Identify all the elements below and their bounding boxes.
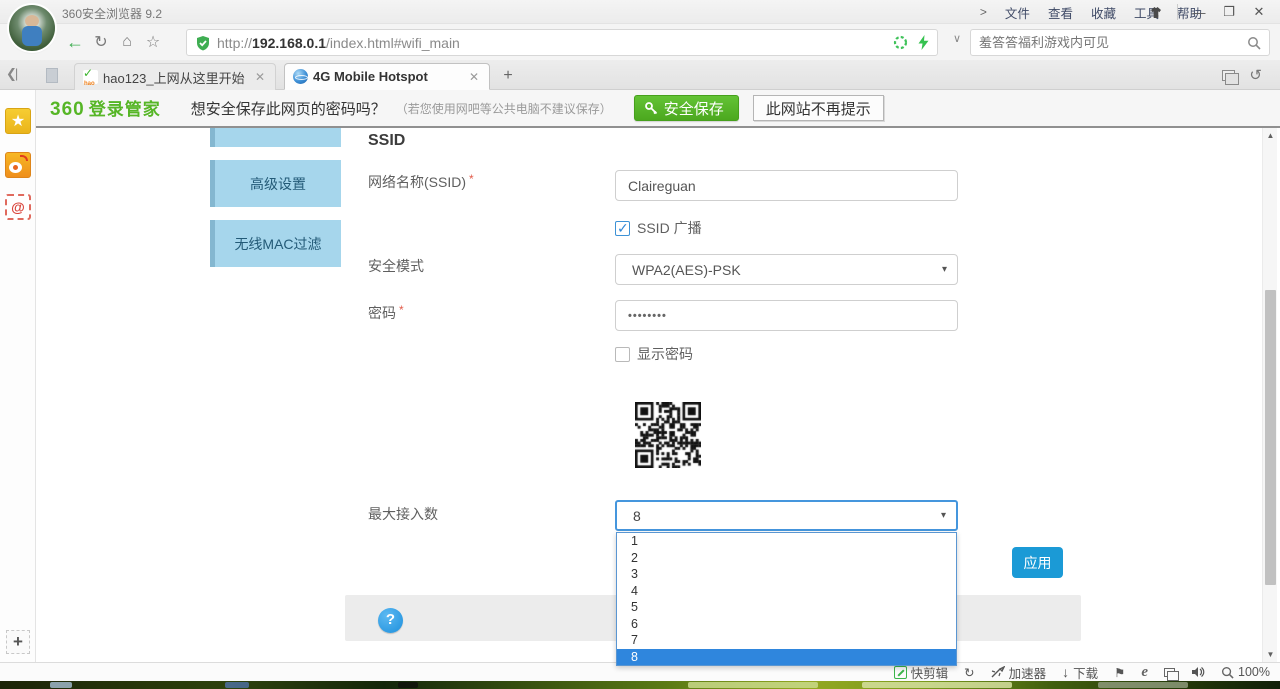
add-sidebar-app-button[interactable]: +: [6, 630, 30, 654]
refresh-icon[interactable]: ↻: [88, 32, 114, 52]
speaker-icon[interactable]: [1191, 666, 1205, 678]
bookmark-star-icon[interactable]: ☆: [140, 32, 166, 52]
dropdown-option[interactable]: 4: [617, 583, 956, 600]
show-password-row: 显示密码: [615, 344, 693, 364]
pinned-page-icon[interactable]: [46, 68, 58, 83]
ssid-broadcast-checkbox[interactable]: [615, 221, 630, 236]
max-clients-dropdown: 1 2 3 4 5 6 7 8: [616, 532, 957, 666]
dropdown-option[interactable]: 2: [617, 550, 956, 567]
history-restore-icon[interactable]: ↻: [964, 665, 974, 680]
maximize-icon[interactable]: ❐: [1214, 1, 1244, 23]
weibo-icon[interactable]: [5, 152, 31, 178]
menu-file[interactable]: 文件: [1005, 3, 1030, 22]
chevron-down-icon: ▾: [941, 510, 946, 521]
tab-list-icon[interactable]: [1222, 70, 1235, 81]
menu-favorites[interactable]: 收藏: [1091, 3, 1116, 22]
window-mode-icon[interactable]: [1164, 668, 1175, 677]
menu-view[interactable]: 查看: [1048, 3, 1073, 22]
nav-advanced-settings[interactable]: 高级设置: [210, 160, 341, 207]
menu-overflow-chevron[interactable]: >: [980, 5, 987, 19]
apply-button[interactable]: 应用: [1012, 547, 1063, 578]
tab-4g-mobile-hotspot[interactable]: 4G Mobile Hotspot ✕: [284, 63, 490, 90]
download-arrow-icon: ↓: [1062, 664, 1069, 680]
dropdown-option[interactable]: 6: [617, 616, 956, 633]
password-save-bar: 360登录管家 想安全保存此网页的密码吗？ （若您使用网吧等公共电脑不建议保存）…: [0, 90, 1280, 128]
never-prompt-button[interactable]: 此网站不再提示: [753, 95, 884, 121]
url-text[interactable]: http://192.168.0.1/index.html#wifi_main: [217, 35, 893, 51]
speed-lightning-icon[interactable]: [918, 35, 929, 50]
dropdown-option[interactable]: 5: [617, 599, 956, 616]
dropdown-option[interactable]: 1: [617, 533, 956, 550]
scroll-up-icon[interactable]: ▲: [1263, 128, 1278, 143]
mail-icon[interactable]: @: [5, 194, 31, 220]
search-icon[interactable]: [1247, 36, 1261, 50]
show-password-label: 显示密码: [637, 344, 693, 364]
save-password-question: 想安全保存此网页的密码吗？: [191, 98, 386, 119]
tab-hao123[interactable]: ✓hao hao123_上网从这里开始 ✕: [74, 63, 276, 90]
nav-button-partial[interactable]: [210, 128, 341, 147]
max-clients-select[interactable]: 8 ▾: [615, 500, 958, 531]
qr-code: [635, 402, 701, 468]
new-tab-button[interactable]: +: [496, 66, 520, 86]
secure-save-button[interactable]: 安全保存: [634, 95, 739, 121]
dropdown-option[interactable]: 3: [617, 566, 956, 583]
zoom-magnifier-icon: [1221, 666, 1234, 679]
back-icon[interactable]: ←: [62, 32, 88, 53]
user-avatar[interactable]: [9, 5, 55, 51]
refresh-translate-icon[interactable]: [893, 35, 908, 50]
ie-mode-icon[interactable]: e: [1141, 664, 1148, 681]
security-mode-select[interactable]: WPA2(AES)-PSK ▾: [615, 254, 958, 285]
security-mode-label: 安全模式: [368, 256, 424, 276]
flag-icon[interactable]: ⚑: [1114, 665, 1125, 680]
window-controls: — ❐ ✕: [1141, 0, 1274, 24]
nav-wireless-mac-filter[interactable]: 无线MAC过滤: [210, 220, 341, 267]
ssid-label: 网络名称(SSID)*: [368, 172, 474, 192]
quick-edit-icon: [894, 666, 907, 679]
divider: [1177, 4, 1178, 20]
favorites-star-icon[interactable]: ★: [5, 108, 31, 134]
hao123-favicon: ✓hao: [83, 70, 98, 84]
save-password-hint: （若您使用网吧等公共电脑不建议保存）: [396, 100, 612, 117]
search-engine-chevron-icon[interactable]: ∨: [948, 32, 966, 52]
password-input[interactable]: ••••••••: [615, 300, 958, 331]
ssid-broadcast-label: SSID 广播: [637, 218, 702, 238]
page-zoom-control[interactable]: 100%: [1221, 665, 1270, 679]
rocket-icon: [991, 666, 1005, 678]
skin-icon[interactable]: [1141, 1, 1171, 23]
desktop-taskbar-strip: [0, 681, 1280, 689]
tab-close-icon[interactable]: ✕: [467, 70, 481, 84]
ssid-input[interactable]: Claireguan: [615, 170, 958, 201]
accelerator-button[interactable]: 加速器: [991, 663, 1047, 682]
close-icon[interactable]: ✕: [1244, 1, 1274, 23]
download-button[interactable]: ↓ 下载: [1062, 663, 1098, 682]
minimize-icon[interactable]: —: [1184, 1, 1214, 23]
browser-window: 360安全浏览器 9.2 > 文件 查看 收藏 工具 帮助 — ❐ ✕ ← ↻ …: [0, 0, 1280, 689]
address-bar[interactable]: http://192.168.0.1/index.html#wifi_main: [186, 29, 938, 56]
show-password-checkbox[interactable]: [615, 347, 630, 362]
password-label: 密码*: [368, 303, 404, 323]
tab-close-icon[interactable]: ✕: [253, 70, 267, 84]
max-clients-label: 最大接入数: [368, 504, 438, 524]
section-title-ssid: SSID: [368, 132, 405, 150]
sidebar-rail: ★ @ +: [0, 90, 36, 662]
scrollbar-thumb[interactable]: [1265, 290, 1276, 585]
tab-scroll-left-icon[interactable]: ❮|: [6, 66, 16, 82]
vertical-scrollbar[interactable]: ▲ ▼: [1262, 128, 1277, 662]
search-box[interactable]: [970, 29, 1270, 56]
search-input[interactable]: [979, 35, 1247, 50]
globe-favicon: [293, 69, 308, 84]
360-login-manager-logo: 360登录管家: [50, 95, 161, 121]
dropdown-option-selected[interactable]: 8: [617, 649, 956, 666]
dropdown-option[interactable]: 7: [617, 632, 956, 649]
home-icon[interactable]: ⌂: [114, 33, 140, 51]
chevron-down-icon: ▾: [942, 264, 947, 275]
help-icon[interactable]: ?: [378, 608, 403, 633]
scroll-down-icon[interactable]: ▼: [1263, 647, 1278, 662]
reopen-tab-icon[interactable]: ↺: [1249, 66, 1262, 84]
key-icon: [645, 102, 658, 115]
window-title: 360安全浏览器 9.2: [62, 5, 162, 22]
security-shield-icon[interactable]: [195, 35, 211, 51]
ssid-broadcast-row: SSID 广播: [615, 218, 702, 238]
